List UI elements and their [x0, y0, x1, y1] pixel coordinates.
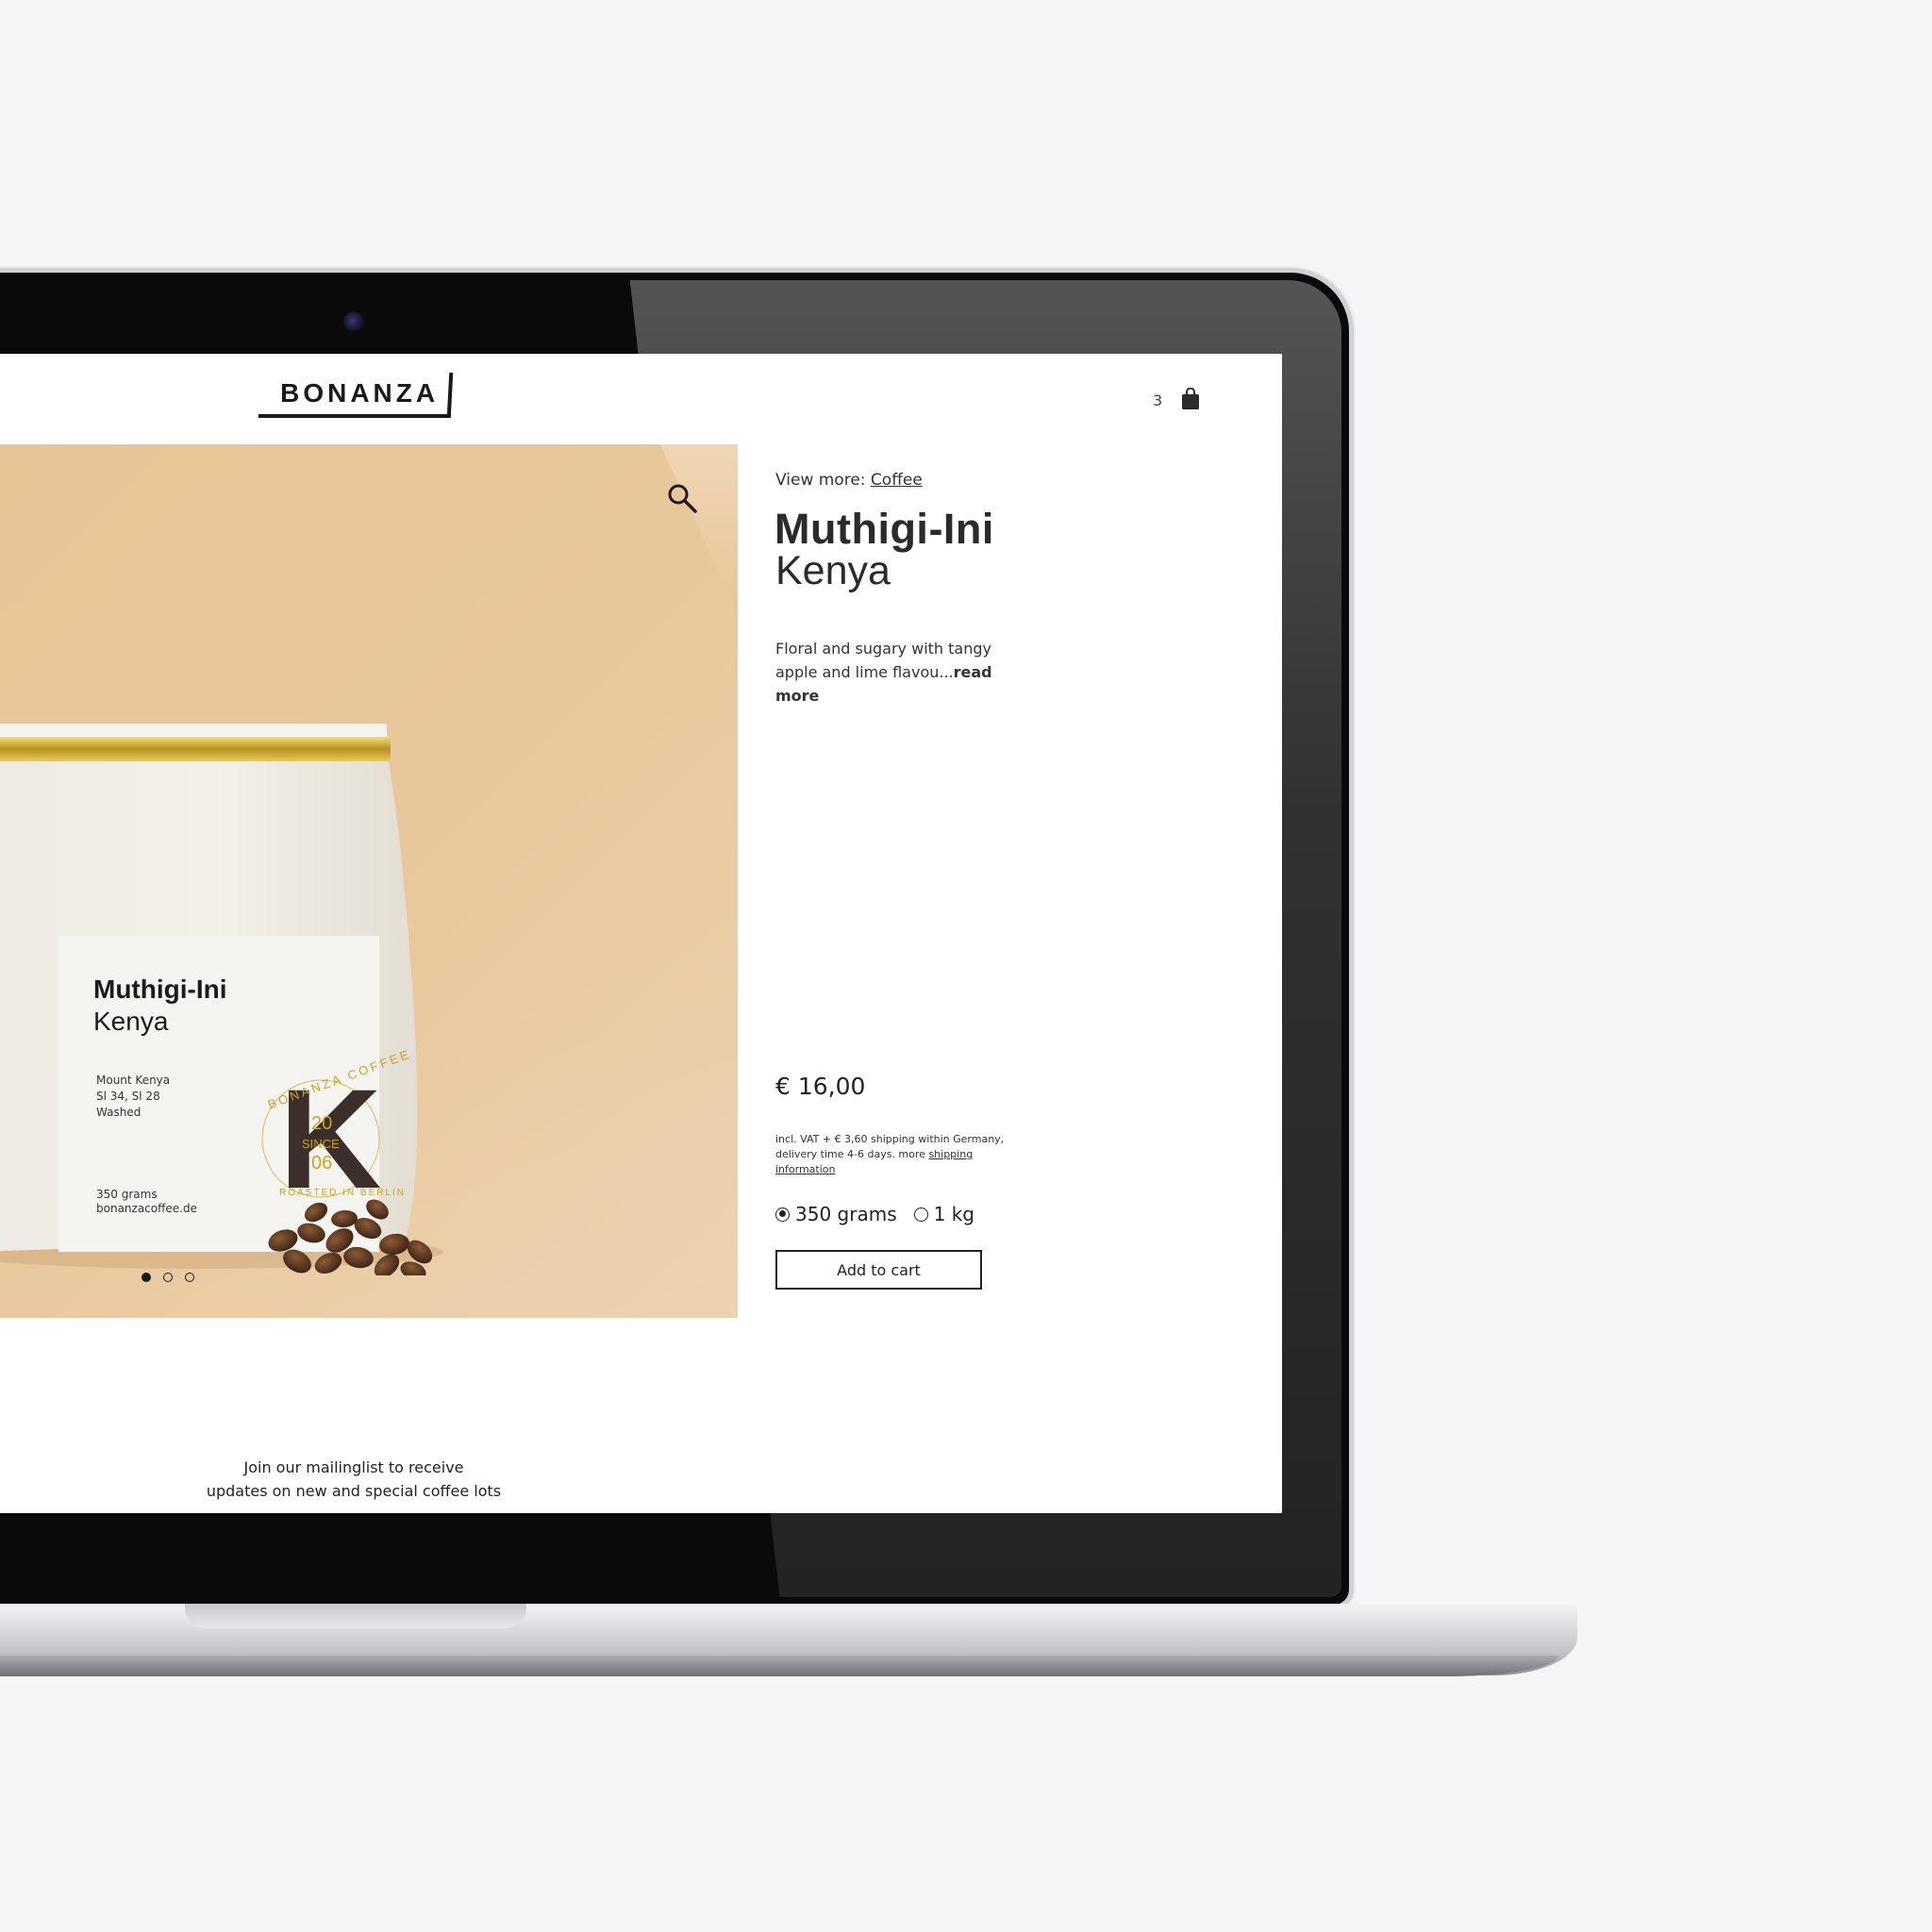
breadcrumb-link-coffee[interactable]: Coffee — [871, 471, 923, 490]
laptop-base-lip — [0, 1656, 1558, 1676]
product-price: € 16,00 — [775, 1073, 866, 1100]
screen: BONANZA 3 K BONANZA COFFEE 20 SINCE 06 R… — [0, 354, 1282, 1513]
add-to-cart-button[interactable]: Add to cart — [775, 1250, 982, 1290]
carousel-dot-2[interactable] — [163, 1273, 173, 1282]
vat-shipping-note: incl. VAT + € 3,60 shipping within Germa… — [775, 1132, 1030, 1177]
carousel-dot-3[interactable] — [185, 1273, 194, 1282]
bag-label-subtitle: Kenya — [93, 1007, 169, 1036]
mailinglist-text: Join our mailinglist to receive updates … — [198, 1456, 509, 1503]
laptop-notch — [185, 1604, 526, 1628]
stamp-text-bottom: ROASTED IN BERLIN — [279, 1188, 406, 1198]
breadcrumb-prefix: View more: — [775, 471, 871, 490]
product-description: Floral and sugary with tangy apple and l… — [775, 637, 1021, 708]
carousel-dot-1[interactable] — [142, 1273, 151, 1282]
bag-label-meta: Mount Kenya Sl 34, Sl 28 Washed — [96, 1074, 171, 1119]
radio-350-grams[interactable] — [775, 1207, 790, 1222]
bag-label-title: Muthigi-Ini — [93, 974, 227, 1004]
size-options: 350 grams 1 kg — [775, 1203, 974, 1225]
mailinglist-line-1: Join our mailinglist to receive — [243, 1458, 464, 1476]
site-logo[interactable]: BONANZA — [258, 373, 454, 418]
option-1-kg[interactable]: 1 kg — [913, 1203, 974, 1225]
bag-label-footer: 350 grams bonanzacoffee.de — [96, 1188, 197, 1215]
product-title: Muthigi-Ini — [774, 505, 994, 553]
product-image-carousel[interactable]: K BONANZA COFFEE 20 SINCE 06 ROASTED IN … — [0, 444, 738, 1318]
product-origin: Kenya — [775, 548, 891, 593]
magnifier-icon[interactable] — [666, 482, 698, 514]
logo-text: BONANZA — [280, 378, 440, 408]
option-label: 350 grams — [795, 1203, 897, 1225]
option-label: 1 kg — [933, 1203, 974, 1225]
shopping-bag-icon[interactable] — [1181, 388, 1200, 410]
mailinglist-line-2: updates on new and special coffee lots — [206, 1482, 502, 1500]
breadcrumb: View more: Coffee — [775, 471, 923, 490]
option-350-grams[interactable]: 350 grams — [775, 1203, 897, 1225]
radio-1-kg[interactable] — [913, 1207, 928, 1222]
stamp-since: SINCE — [302, 1137, 340, 1151]
carousel-dots — [142, 1273, 194, 1282]
webcam — [343, 311, 364, 332]
stamp-year-a: 20 — [311, 1113, 332, 1134]
stamp-year-b: 06 — [311, 1153, 332, 1174]
cart-count[interactable]: 3 — [1153, 391, 1162, 409]
